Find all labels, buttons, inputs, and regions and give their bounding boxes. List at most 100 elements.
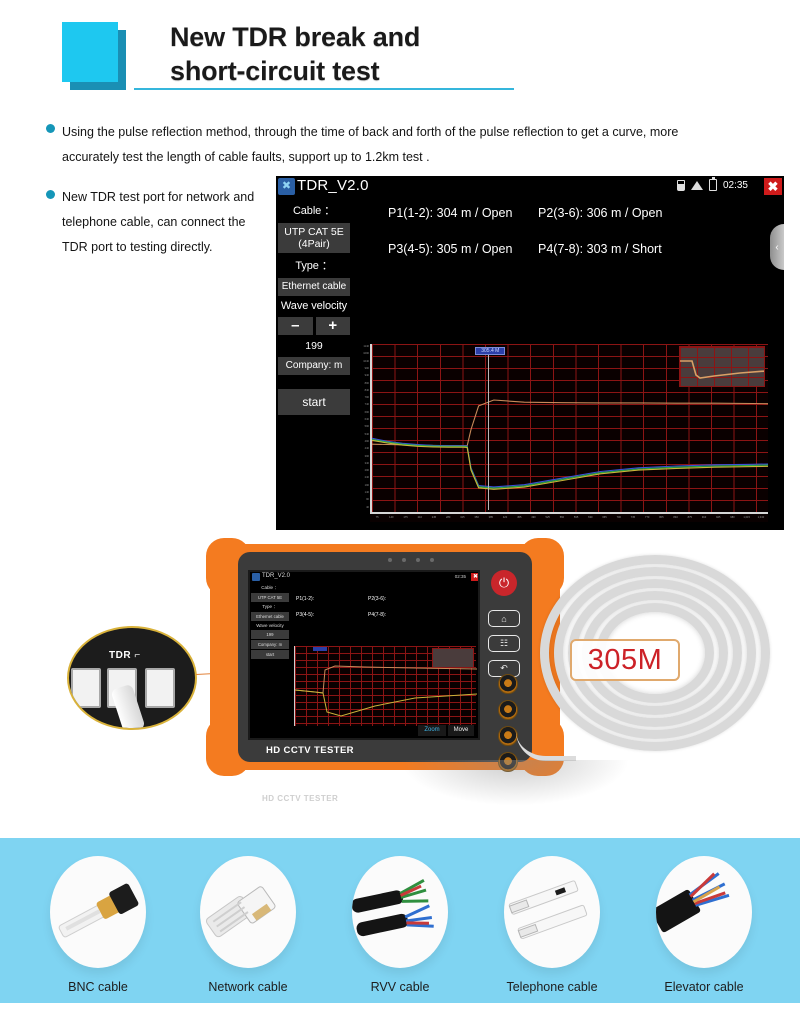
bnc-cable-art	[58, 883, 139, 938]
device-reflection-shadow	[400, 760, 630, 806]
start-button[interactable]: start	[278, 389, 350, 415]
network-cable-icon	[200, 856, 296, 968]
chart-cursor-flag: 305.4 M	[475, 347, 506, 355]
chart-y-tick: 490	[364, 439, 369, 443]
tester-device: TDR_V2.0 02:35 ✖ Cable ： UTP CAT 5E Type…	[206, 538, 564, 776]
readout-p4-state: Short	[631, 242, 662, 256]
bullet-text-1: Using the pulse reflection method, throu…	[62, 125, 679, 164]
cable-select-button-mini[interactable]: UTP CAT 5E	[251, 593, 289, 602]
chart-x-tick: 805	[659, 516, 664, 519]
chart-x-tick: 315	[460, 516, 465, 519]
readout-p4-pair: P4(7-8):	[538, 242, 584, 256]
close-icon[interactable]: ✖	[764, 178, 782, 195]
device-screen-chart[interactable]	[294, 646, 477, 726]
cable-select-button[interactable]: UTP CAT 5E (4Pair)	[278, 223, 350, 253]
readout-p1-mini: P1(1-2):	[296, 596, 315, 602]
readout-p1: P1(1-2): 304 m / Open	[388, 206, 538, 220]
device-screen[interactable]: TDR_V2.0 02:35 ✖ Cable ： UTP CAT 5E Type…	[248, 570, 480, 740]
readout-p4-length: 303 m /	[586, 242, 629, 256]
chart-x-tick: 910	[701, 516, 707, 519]
minus-button[interactable]: –	[278, 317, 313, 335]
chart-minimap[interactable]	[679, 346, 765, 387]
zoom-button-mini[interactable]: Zoom	[418, 725, 446, 736]
readout-p1-length: 304 m /	[436, 206, 479, 220]
chart-y-axis: 1140 1090 1040 990 940 890 840 790 740 690 640 590 5…	[356, 344, 370, 522]
readout-row-mini: P3(4-5): P4(7-8):	[296, 612, 476, 618]
bnc-port[interactable]	[498, 674, 518, 694]
chart-series	[372, 399, 768, 447]
tdr-app-icon: ✖	[278, 178, 295, 195]
gallery-item-network[interactable]: Network cable	[192, 856, 304, 994]
type-select-button[interactable]: Ethernet cable	[278, 278, 350, 296]
plus-button[interactable]: +	[315, 317, 350, 335]
chart-minimap-trace	[680, 360, 764, 379]
type-select-button-mini[interactable]: Ethernet cable	[251, 612, 289, 621]
chart-traces-mini	[295, 665, 477, 717]
gallery-label-rvv: RVV cable	[370, 980, 430, 994]
chart-x-tick: 1,040	[757, 516, 765, 519]
tdr-app-title-mini: TDR_V2.0	[262, 573, 291, 579]
tdr-waveform-chart[interactable]: 1140 1090 1040 990 940 890 840 790 740 690 640 590 5…	[356, 344, 768, 522]
cable-type-gallery: BNC cable Network cable RVV cable Teleph…	[0, 838, 800, 1003]
move-button-mini[interactable]: Move	[448, 725, 474, 736]
chart-y-tick: 390	[364, 454, 369, 458]
tdr-port-callout: TDR ⌐	[67, 626, 197, 730]
chart-y-tick: 740	[364, 403, 369, 407]
wave-velocity-label-mini: Wave velocity	[256, 623, 284, 628]
readout-p3-state: Open	[481, 242, 513, 256]
power-icon[interactable]: ⏻	[491, 570, 517, 596]
chart-x-tick: 385	[488, 516, 493, 519]
chart-y-tick: 1090	[363, 352, 369, 356]
chart-y-tick: 90	[366, 498, 369, 502]
gallery-item-elevator[interactable]: Elevator cable	[648, 856, 760, 994]
chart-y-tick: 340	[364, 461, 369, 465]
bnc-port[interactable]	[498, 726, 518, 746]
page-title-line1: New TDR break and	[170, 22, 421, 52]
readout-row: P3(4-5): 305 m / Open P4(7-8): 303 m / S…	[356, 242, 776, 256]
chart-y-tick: 1140	[363, 345, 369, 348]
chart-y-tick: 990	[364, 366, 369, 370]
gallery-item-rvv[interactable]: RVV cable	[344, 856, 456, 994]
readout-p2-mini: P2(3-6):	[368, 596, 387, 602]
chevron-left-icon[interactable]: ‹	[770, 224, 784, 270]
type-label: Type ：	[295, 260, 333, 272]
chart-y-tick: 790	[364, 396, 369, 400]
bullet-dot-2	[46, 190, 55, 199]
start-button-mini[interactable]: start	[251, 650, 289, 659]
readout-row: P1(1-2): 304 m / Open P2(3-6): 306 m / O…	[356, 206, 776, 220]
readout-p3: P3(4-5): 305 m / Open	[388, 242, 538, 256]
gallery-item-telephone[interactable]: Telephone cable	[496, 856, 608, 994]
company-unit-button[interactable]: Company: m	[278, 357, 350, 375]
page-title: New TDR break and short-circuit test	[170, 20, 730, 88]
home-icon[interactable]: ⌂	[488, 610, 520, 627]
elevator-cable-icon	[656, 856, 752, 968]
chart-x-tick: 840	[673, 516, 678, 519]
chart-x-tick: 175	[403, 516, 408, 519]
chart-plot-area[interactable]: 305.4 M	[372, 344, 768, 512]
chart-x-tick: 980	[730, 516, 735, 519]
device-body: TDR_V2.0 02:35 ✖ Cable ： UTP CAT 5E Type…	[238, 552, 532, 772]
chart-y-tick: 840	[364, 388, 369, 392]
chart-x-tick: 245	[431, 516, 437, 519]
bnc-cable-icon	[50, 856, 146, 968]
rvv-cable-art	[352, 879, 434, 937]
close-icon-mini[interactable]: ✖	[471, 573, 478, 581]
device-screen-statusbar: TDR_V2.0 02:35 ✖	[250, 572, 478, 583]
cable-value-line1: UTP CAT 5E	[284, 226, 344, 238]
chart-x-tick: 945	[716, 516, 721, 519]
readout-p2: P2(3-6): 306 m / Open	[538, 206, 662, 220]
gallery-item-bnc[interactable]: BNC cable	[42, 856, 154, 994]
footer-strip	[0, 1003, 800, 1019]
chart-x-tick: 875	[687, 516, 692, 519]
tdr-sidebar: Cable ： UTP CAT 5E (4Pair) Type ： Ethern…	[276, 198, 352, 564]
readout-p1-state: Open	[481, 206, 513, 220]
readout-p4: P4(7-8): 303 m / Short	[538, 242, 662, 256]
chart-x-tick: 75	[375, 516, 379, 519]
bnc-port[interactable]	[498, 700, 518, 720]
device-brand-label: HD CCTV TESTER	[266, 745, 354, 756]
menu-icon[interactable]: ☷	[488, 635, 520, 652]
rj45-jack	[71, 668, 101, 708]
readout-p2-pair: P2(3-6):	[538, 206, 584, 220]
tdr-port-label: TDR ⌐	[109, 650, 141, 661]
company-unit-button-mini[interactable]: Company: m	[251, 640, 289, 649]
